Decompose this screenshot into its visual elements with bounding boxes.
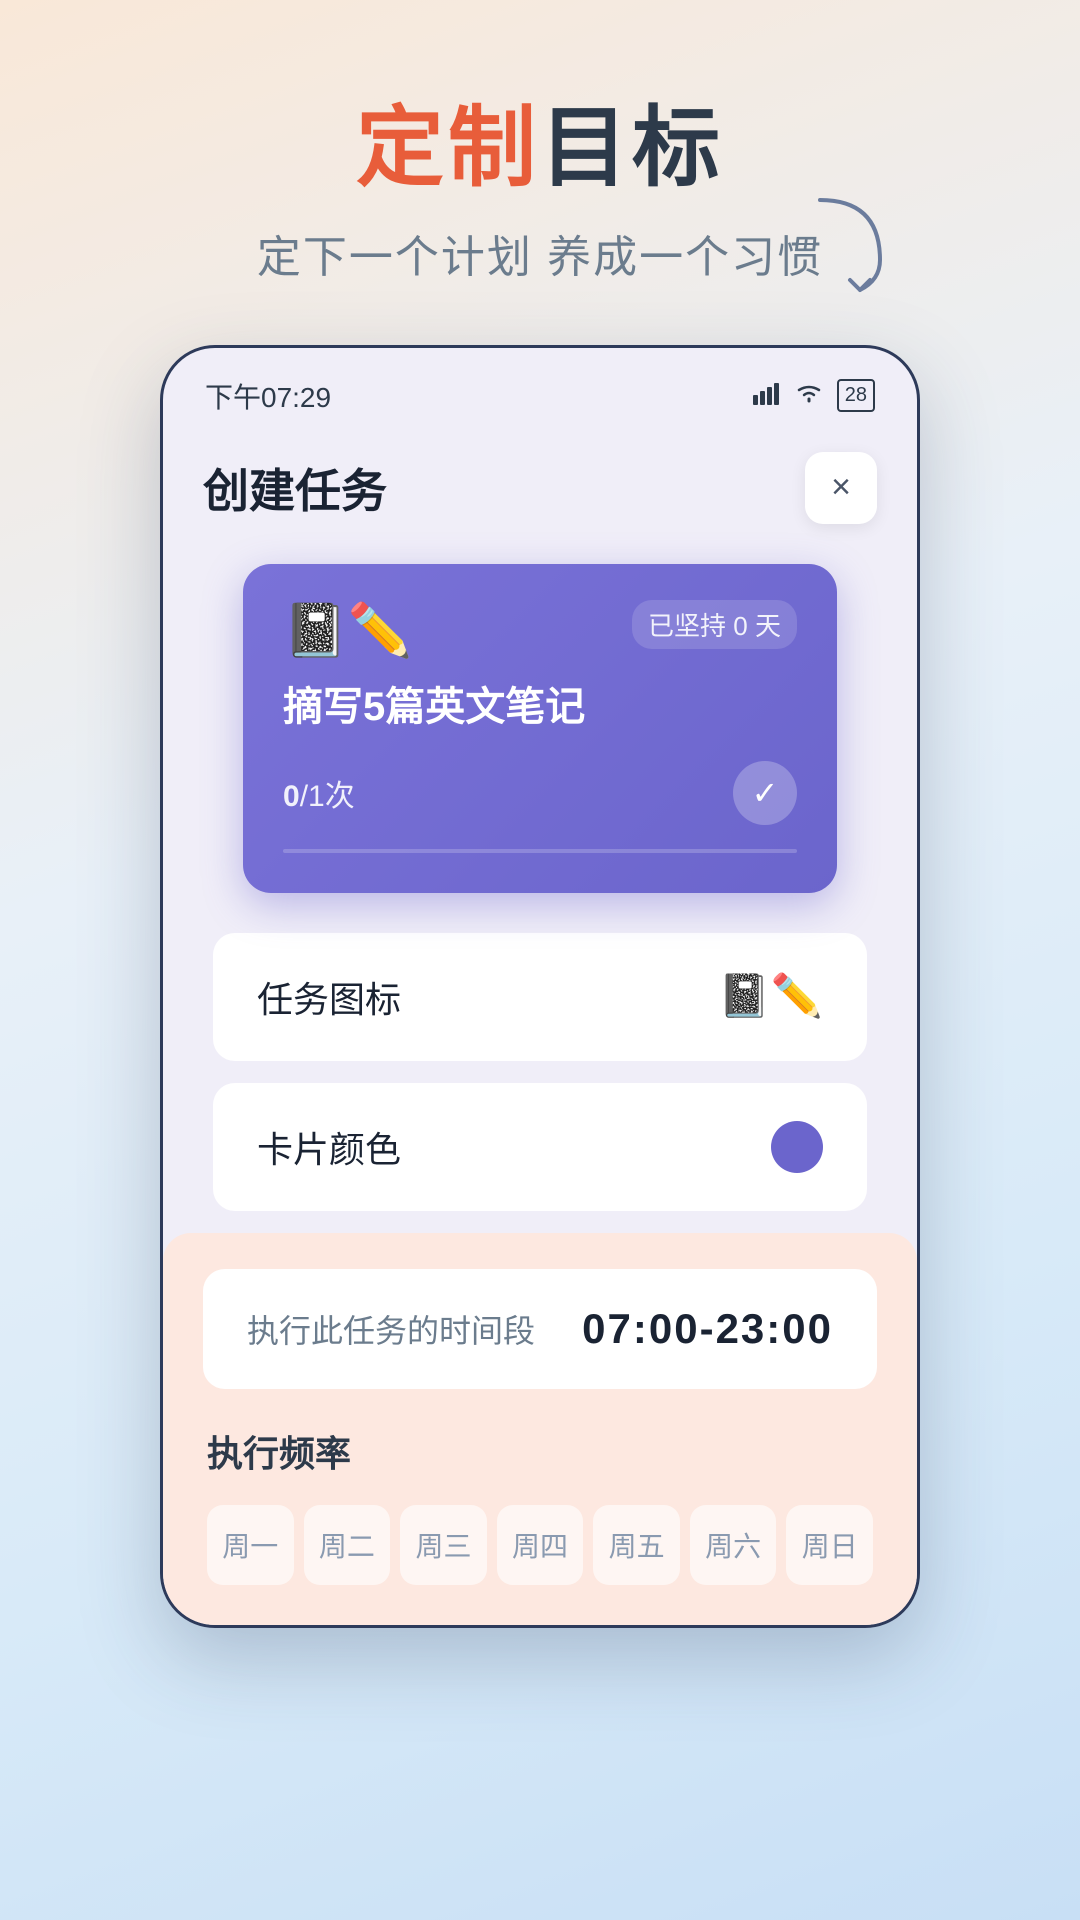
page-title: 创建任务	[203, 455, 387, 521]
check-button[interactable]: ✓	[733, 761, 797, 825]
task-card-header: 📓✏️ 已坚持 0 天	[283, 600, 797, 661]
phone-mockup: 下午07:29 28	[160, 345, 920, 1628]
day-btn-5[interactable]: 周六	[690, 1505, 777, 1585]
day-btn-3[interactable]: 周四	[497, 1505, 584, 1585]
days-row: 周一周二周三周四周五周六周日	[207, 1505, 873, 1585]
bottom-section: 执行此任务的时间段 07:00-23:00 执行频率 周一周二周三周四周五周六周…	[163, 1233, 917, 1625]
wifi-icon	[795, 381, 823, 411]
status-icons: 28	[753, 379, 875, 412]
day-btn-6[interactable]: 周日	[786, 1505, 873, 1585]
day-btn-0[interactable]: 周一	[207, 1505, 294, 1585]
subtitle: 定下一个计划 养成一个习惯	[0, 221, 1080, 285]
color-dot	[771, 1121, 823, 1173]
color-setting-row[interactable]: 卡片颜色	[213, 1083, 867, 1211]
day-btn-4[interactable]: 周五	[593, 1505, 680, 1585]
status-time: 下午07:29	[205, 376, 331, 416]
app-content: 创建任务 × 📓✏️ 已坚持 0 天 摘写5篇英文笔记 0/1次 ✓	[163, 432, 917, 1211]
title-custom: 定制	[356, 98, 540, 197]
icon-setting-value: 📓✏️	[718, 972, 823, 1021]
task-card[interactable]: 📓✏️ 已坚持 0 天 摘写5篇英文笔记 0/1次 ✓	[243, 564, 837, 893]
task-footer: 0/1次 ✓	[283, 761, 797, 825]
days-badge: 已坚持 0 天	[632, 600, 797, 649]
time-label: 执行此任务的时间段	[247, 1306, 535, 1352]
header-section: 定制目标 定下一个计划 养成一个习惯	[0, 0, 1080, 285]
icon-setting-label: 任务图标	[257, 971, 401, 1023]
task-count: 0/1次	[283, 771, 355, 815]
settings-section: 任务图标 📓✏️ 卡片颜色	[203, 933, 877, 1211]
progress-bar	[283, 849, 797, 853]
frequency-section: 执行频率 周一周二周三周四周五周六周日	[203, 1425, 877, 1585]
main-title: 定制目标	[0, 100, 1080, 197]
arrow-decoration	[800, 180, 900, 300]
frequency-title: 执行频率	[207, 1425, 873, 1477]
title-goal: 目标	[540, 98, 724, 197]
close-button[interactable]: ×	[805, 452, 877, 524]
task-icon-preview: 📓✏️	[718, 972, 823, 1021]
task-name: 摘写5篇英文笔记	[283, 681, 797, 733]
time-row[interactable]: 执行此任务的时间段 07:00-23:00	[203, 1269, 877, 1389]
icon-setting-row[interactable]: 任务图标 📓✏️	[213, 933, 867, 1061]
day-btn-1[interactable]: 周二	[304, 1505, 391, 1585]
color-setting-value	[771, 1121, 823, 1173]
status-bar: 下午07:29 28	[163, 348, 917, 432]
color-setting-label: 卡片颜色	[257, 1121, 401, 1173]
battery-icon: 28	[837, 379, 875, 412]
signal-icon	[753, 381, 781, 411]
day-btn-2[interactable]: 周三	[400, 1505, 487, 1585]
page-header: 创建任务 ×	[203, 452, 877, 524]
time-value: 07:00-23:00	[582, 1305, 833, 1353]
task-card-icon: 📓✏️	[283, 600, 413, 661]
